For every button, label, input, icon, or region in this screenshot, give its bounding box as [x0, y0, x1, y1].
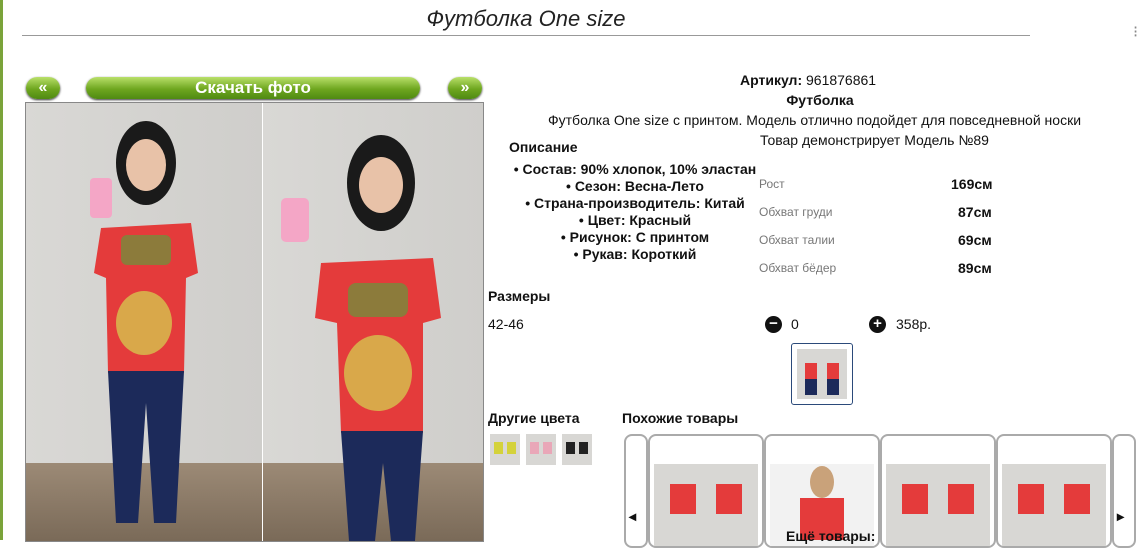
product-photo[interactable] — [25, 102, 484, 542]
measure-label-hips: Обхват бёдер — [759, 261, 837, 275]
edge-fragment-icon: ⁝ — [1133, 24, 1139, 41]
details-heading: Описание — [509, 139, 578, 155]
title-divider — [22, 35, 1030, 36]
other-colors-heading: Другие цвета — [488, 410, 580, 426]
color-swatch-yellow[interactable] — [490, 434, 520, 465]
property-item: • Сезон: Весна-Лето — [566, 178, 704, 194]
quantity-value: 0 — [791, 316, 799, 332]
measure-value-waist: 69см — [958, 232, 992, 248]
similar-item[interactable] — [996, 434, 1112, 548]
decrease-quantity-button[interactable]: − — [765, 316, 782, 333]
sku-value: 961876861 — [806, 72, 877, 88]
left-accent-line — [0, 0, 3, 540]
color-swatch-black[interactable] — [562, 434, 592, 465]
similar-next-button[interactable]: ▸ — [1112, 434, 1136, 548]
sku: Артикул: 961876861 — [740, 72, 876, 88]
page-title: Футболка One size — [426, 6, 626, 31]
property-item: • Рисунок: С принтом — [560, 229, 710, 245]
measure-label-height: Рост — [759, 177, 785, 191]
measure-value-height: 169см — [951, 176, 993, 192]
similar-prev-button[interactable]: ◂ — [624, 434, 648, 548]
measure-value-hips: 89см — [958, 260, 992, 276]
property-item: • Состав: 90% хлопок, 10% эластан — [513, 161, 757, 177]
property-item: • Рукав: Короткий — [573, 246, 697, 262]
measure-value-chest: 87см — [958, 204, 992, 220]
measure-label-waist: Обхват талии — [759, 233, 835, 247]
similar-item[interactable] — [880, 434, 996, 548]
selected-photo-thumbnail[interactable] — [791, 343, 853, 405]
similar-heading: Похожие товары — [622, 410, 739, 426]
properties-list: • Состав: 90% хлопок, 10% эластан • Сезо… — [500, 161, 770, 263]
price: 358р. — [896, 316, 932, 332]
similar-item[interactable] — [648, 434, 764, 548]
download-photo-button[interactable]: Скачать фото — [86, 77, 420, 99]
size-value: 42-46 — [488, 316, 524, 332]
next-photo-button[interactable]: » — [448, 77, 482, 99]
property-item: • Страна-производитель: Китай — [525, 195, 745, 211]
next-arrow-icon: ▸ — [1117, 508, 1125, 524]
property-item: • Цвет: Красный — [578, 212, 692, 228]
sku-label: Артикул: — [740, 72, 803, 88]
sizes-heading: Размеры — [488, 288, 551, 304]
model-note: Товар демонстрирует Модель №89 — [760, 132, 989, 148]
increase-quantity-button[interactable]: + — [869, 316, 886, 333]
prev-photo-button[interactable]: « — [26, 77, 60, 99]
measure-label-chest: Обхват груди — [759, 205, 833, 219]
more-products-label: Ещё товары: — [786, 528, 876, 544]
photo-panel-right — [263, 103, 483, 541]
photo-panel-left — [26, 103, 262, 541]
product-name: Футболка — [786, 92, 854, 108]
color-swatch-pink[interactable] — [526, 434, 556, 465]
prev-arrow-icon: ◂ — [629, 508, 637, 524]
product-description: Футболка One size с принтом. Модель отли… — [548, 112, 1082, 128]
